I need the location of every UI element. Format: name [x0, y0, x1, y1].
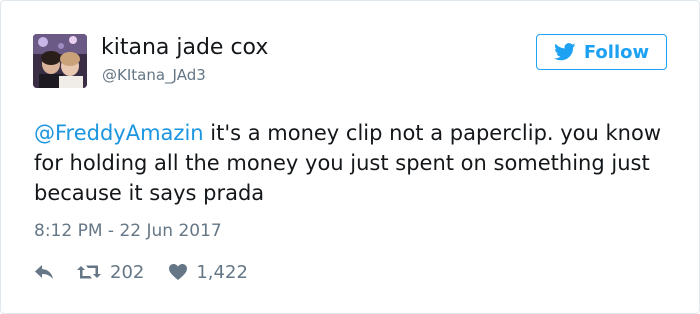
tweet-timestamp[interactable]: 8:12 PM - 22 Jun 2017	[34, 220, 222, 242]
like-button[interactable]: 1,422	[168, 262, 248, 283]
follow-button[interactable]: Follow	[536, 34, 667, 70]
retweet-icon	[76, 263, 102, 281]
tweet-actions: 202 1,422	[34, 259, 248, 285]
profile-photo	[33, 34, 87, 88]
like-count: 1,422	[196, 261, 248, 283]
display-name[interactable]: kitana jade cox	[101, 34, 268, 62]
heart-icon	[168, 263, 188, 281]
twitter-bird-icon	[553, 43, 576, 61]
reply-icon	[34, 264, 54, 280]
tweet-text: @FreddyAmazin it's a money clip not a pa…	[34, 118, 674, 208]
reply-button[interactable]	[34, 264, 54, 280]
follow-label: Follow	[583, 41, 650, 63]
avatar[interactable]	[33, 34, 87, 88]
retweet-button[interactable]: 202	[76, 262, 144, 283]
retweet-count: 202	[110, 261, 145, 283]
mention-link[interactable]: @FreddyAmazin	[34, 121, 204, 145]
user-handle[interactable]: @KItana_JAd3	[102, 65, 206, 85]
tweet-card: kitana jade cox @KItana_JAd3 Follow @Fre…	[0, 0, 700, 314]
